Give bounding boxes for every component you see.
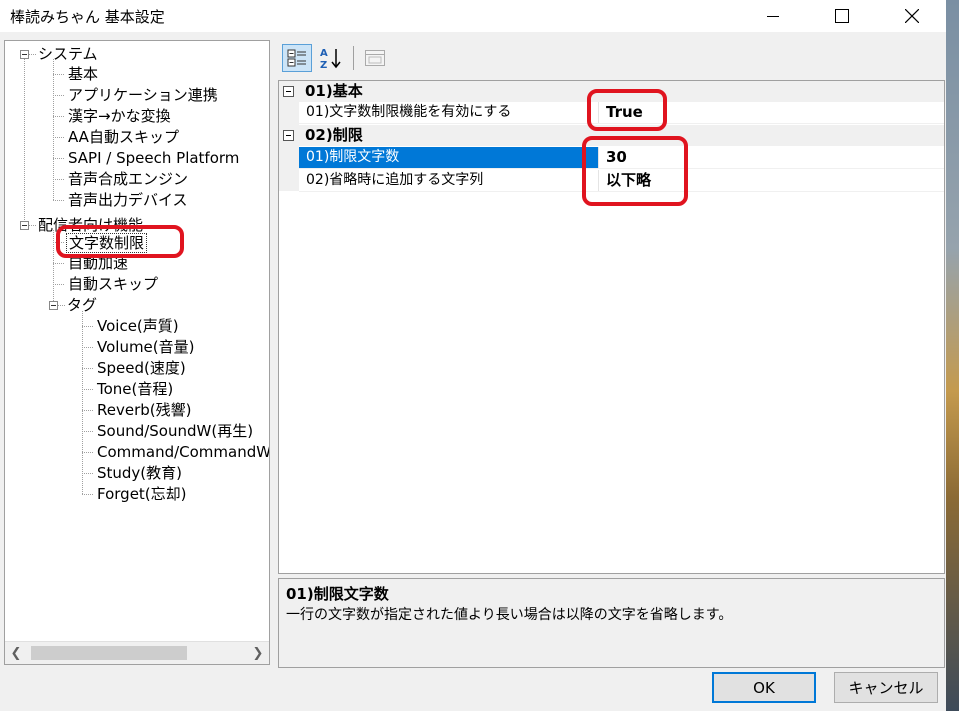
tree-node-tag-forget[interactable]: Forget(忘却) [97,484,187,504]
category-row[interactable]: 02)制限 [279,125,944,146]
categorized-view-icon [287,49,306,67]
tree-node-sapi[interactable]: SAPI / Speech Platform [68,148,239,168]
settings-tree[interactable]: システム 基本 アプリケーション連携 漢字→かな変換 AA自動スキップ SAPI… [4,40,270,665]
tree-node-tag-sound[interactable]: Sound/SoundW(再生) [97,421,253,441]
category-row[interactable]: 01)基本 [279,81,944,102]
settings-window: 棒読みちゃん 基本設定 システム 基本 アプリケーション連携 漢字→かな変換 A… [0,0,946,711]
scrollbar-thumb[interactable] [31,646,187,660]
sort-az-icon: A Z [320,48,341,70]
tree-node-tag-volume[interactable]: Volume(音量) [97,337,195,357]
property-value[interactable]: 以下略 [606,170,651,191]
property-pages-icon [365,50,385,66]
tree-node-tag-command[interactable]: Command/CommandW [97,442,269,462]
svg-text:A: A [320,48,328,59]
tree-node-char-limit[interactable]: 文字数制限 [66,233,148,253]
maximize-button[interactable] [819,0,865,32]
tree-collapse-icon[interactable] [20,50,29,59]
tree-horizontal-scrollbar[interactable]: ❮ ❯ [5,641,269,664]
minimize-button[interactable] [750,0,796,32]
property-row[interactable]: 02)省略時に追加する文字列 以下略 [299,170,944,192]
tree-node-audio-device[interactable]: 音声出力デバイス [68,190,188,210]
categorized-view-button[interactable] [282,44,312,72]
tree-node-tag-tone[interactable]: Tone(音程) [97,379,173,399]
tree-collapse-icon[interactable] [49,301,58,310]
tree-node-kanji-kana[interactable]: 漢字→かな変換 [68,106,171,126]
maximize-icon [835,9,849,23]
tree-node-auto-skip[interactable]: 自動スキップ [68,274,158,294]
property-value[interactable]: 30 [606,147,627,168]
property-name: 01)制限文字数 [299,147,599,168]
property-row-selected[interactable]: 01)制限文字数 30 [299,147,944,169]
close-button[interactable] [889,0,935,32]
tree-node-tag-reverb[interactable]: Reverb(残響) [97,400,191,420]
toolbar-separator [353,46,354,70]
property-name: 02)省略時に追加する文字列 [299,170,599,191]
tree-node-system[interactable]: システム [38,44,98,64]
tree-node-tag-voice[interactable]: Voice(声質) [97,316,179,336]
property-name: 01)文字数制限機能を有効にする [299,102,599,123]
tree-node-aa-skip[interactable]: AA自動スキップ [68,127,179,147]
scroll-right-icon[interactable]: ❯ [247,642,269,664]
minimize-icon [767,16,779,17]
category-label: 01)基本 [305,82,363,100]
svg-text:Z: Z [320,60,327,70]
category-label: 02)制限 [305,126,363,144]
tree-collapse-icon[interactable] [20,221,29,230]
alphabetical-sort-button[interactable]: A Z [316,44,346,72]
cancel-button[interactable]: キャンセル [834,672,938,703]
tree-node-basic[interactable]: 基本 [68,64,98,84]
title-bar: 棒読みちゃん 基本設定 [0,0,946,32]
description-panel: 01)制限文字数 一行の文字数が指定された値より長い場合は以降の文字を省略します… [278,578,945,668]
scroll-left-icon[interactable]: ❮ [5,642,27,664]
desktop-background [946,0,959,711]
property-pages-button[interactable] [360,44,390,72]
tree-node-tag-study[interactable]: Study(教育) [97,463,182,483]
ok-button[interactable]: OK [712,672,816,703]
property-grid[interactable]: 01)基本 01)文字数制限機能を有効にする True 02)制限 01)制限文… [278,80,945,574]
tree-node-auto-accel[interactable]: 自動加速 [68,253,128,273]
property-value[interactable]: True [606,102,643,123]
tree-node-app-integration[interactable]: アプリケーション連携 [68,85,218,105]
tree-node-voice-engine[interactable]: 音声合成エンジン [68,169,188,189]
tree-node-tag-speed[interactable]: Speed(速度) [97,358,186,378]
property-row[interactable]: 01)文字数制限機能を有効にする True [299,102,944,124]
collapse-icon[interactable] [283,86,294,97]
close-icon [905,9,919,23]
collapse-icon[interactable] [283,130,294,141]
description-text: 一行の文字数が指定された値より長い場合は以降の文字を省略します。 [286,607,733,623]
tree-node-streaming[interactable]: 配信者向け機能 [38,215,143,235]
description-title: 01)制限文字数 [286,585,389,603]
tree-node-tags[interactable]: タグ [67,295,97,315]
window-title: 棒読みちゃん 基本設定 [10,8,165,26]
